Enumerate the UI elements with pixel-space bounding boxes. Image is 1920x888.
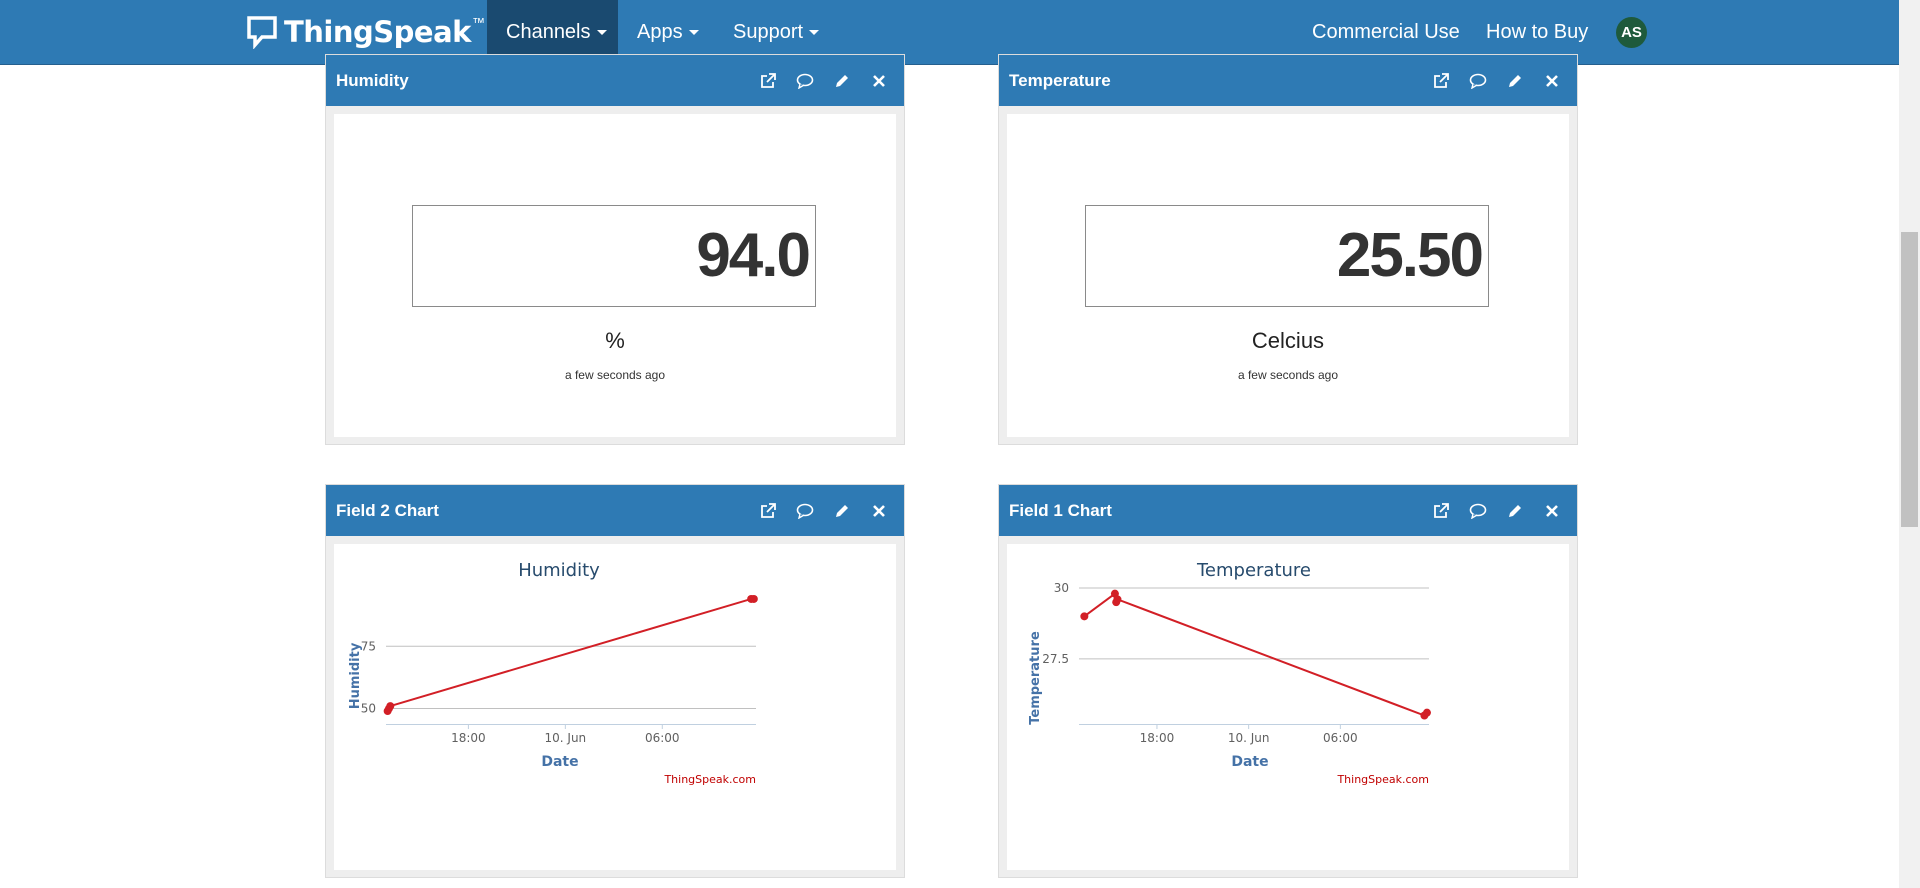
pencil-icon[interactable] <box>1504 500 1526 522</box>
x-tick-label: 10. Jun <box>1228 731 1270 745</box>
widget-header: Field 1 Chart <box>999 485 1577 536</box>
popout-icon[interactable] <box>1430 70 1452 92</box>
x-axis-title: Date <box>541 754 578 770</box>
chart-title: Temperature <box>1196 560 1311 581</box>
caret-down-icon <box>809 29 820 35</box>
widget-field1-chart: Field 1 Chart Temperature 27.5 30 18:00 10. … <box>998 484 1578 878</box>
x-tick-label: 06:00 <box>1323 731 1358 745</box>
temperature-chart: Temperature27.53018:00 10. Jun 06:00DateTe… <box>1028 560 1431 786</box>
popout-icon[interactable] <box>757 500 779 522</box>
nav-how-to-buy-label: How to Buy <box>1486 20 1589 43</box>
y-tick-label: 50 <box>361 702 376 716</box>
y-tick-label: 30 <box>1054 581 1069 595</box>
pencil-icon[interactable] <box>1504 70 1526 92</box>
humidity-chart: Humidity507518:00 10. Jun 06:00DateHumidit… <box>348 560 758 786</box>
close-icon[interactable] <box>868 500 890 522</box>
data-point <box>386 702 395 711</box>
data-point <box>1422 708 1431 717</box>
nav-channels-label: Channels <box>506 20 591 43</box>
numeric-display: 25.50 <box>1085 205 1489 307</box>
numeric-timestamp: a few seconds ago <box>1237 368 1339 382</box>
widget-title: Temperature <box>1009 71 1111 90</box>
popout-icon[interactable] <box>757 70 779 92</box>
series-line <box>386 597 754 712</box>
nav-support-label: Support <box>733 20 804 43</box>
widget-title: Field 2 Chart <box>336 501 439 520</box>
x-tick-label: 18:00 <box>1140 731 1175 745</box>
widget-header: Humidity <box>326 55 904 106</box>
top-navbar: ThingSpeak ™ Channels Apps Support Comme… <box>0 0 1899 65</box>
widget-title: Field 1 Chart <box>1009 501 1112 520</box>
data-point <box>1080 612 1089 621</box>
scrollbar-thumb[interactable] <box>1901 232 1918 527</box>
widget-field2-chart: Field 2 Chart Humidity 50 75 18:00 10. Jun 06… <box>325 484 905 878</box>
caret-down-icon <box>596 29 607 35</box>
numeric-display: 94.0 <box>412 205 816 307</box>
comment-icon[interactable] <box>794 500 816 522</box>
numeric-value: 25.50 <box>1336 221 1484 290</box>
y-tick-label: 75 <box>361 639 376 653</box>
close-icon[interactable] <box>1541 500 1563 522</box>
series-line <box>1083 591 1428 717</box>
y-axis-title: Humidity <box>348 642 363 709</box>
widget-body: Temperature 27.5 30 18:00 10. Jun 06:00 Date Te… <box>1007 544 1569 870</box>
y-tick-label: 27.5 <box>1042 652 1069 666</box>
numeric-value: 94.0 <box>696 221 811 290</box>
widget-body: Humidity 50 75 18:00 10. Jun 06:00 Date Humidit… <box>334 544 896 870</box>
comment-icon[interactable] <box>794 70 816 92</box>
nav-apps-label: Apps <box>637 20 683 43</box>
widget-header: Temperature <box>999 55 1577 106</box>
nav-commercial-use-label: Commercial Use <box>1312 20 1460 43</box>
comment-icon[interactable] <box>1467 70 1489 92</box>
x-tick-label: 10. Jun <box>545 731 587 745</box>
brand-logo[interactable]: ThingSpeak ™ <box>246 12 485 52</box>
y-axis-title: Temperature <box>1028 631 1043 725</box>
user-avatar[interactable]: AS <box>1616 17 1647 48</box>
chart-title: Humidity <box>518 560 600 581</box>
brand-trademark: ™ <box>471 14 485 30</box>
widget-humidity: Humidity 94.0 % a few seconds ago <box>325 54 905 445</box>
widget-title: Humidity <box>336 71 409 90</box>
x-tick-label: 18:00 <box>451 731 486 745</box>
x-axis-title: Date <box>1231 754 1268 770</box>
data-point <box>749 594 758 603</box>
speech-bubble-icon <box>247 16 277 49</box>
widget-body: 25.50 Celcius a few seconds ago <box>1007 114 1569 437</box>
numeric-unit: % <box>605 328 625 353</box>
widget-temperature: Temperature 25.50 Celcius a few seconds … <box>998 54 1578 445</box>
popout-icon[interactable] <box>1430 500 1452 522</box>
numeric-timestamp: a few seconds ago <box>564 368 666 382</box>
close-icon[interactable] <box>1541 70 1563 92</box>
pencil-icon[interactable] <box>831 500 853 522</box>
brand-name: ThingSpeak <box>284 15 471 49</box>
pencil-icon[interactable] <box>831 70 853 92</box>
caret-down-icon <box>688 29 699 35</box>
numeric-unit: Celcius <box>1251 328 1325 353</box>
comment-icon[interactable] <box>1467 500 1489 522</box>
chart-credit: ThingSpeak.com <box>663 773 756 786</box>
widget-header: Field 2 Chart <box>326 485 904 536</box>
chart-credit: ThingSpeak.com <box>1336 773 1429 786</box>
widget-body: 94.0 % a few seconds ago <box>334 114 896 437</box>
data-point <box>1113 595 1122 604</box>
close-icon[interactable] <box>868 70 890 92</box>
x-tick-label: 06:00 <box>645 731 680 745</box>
